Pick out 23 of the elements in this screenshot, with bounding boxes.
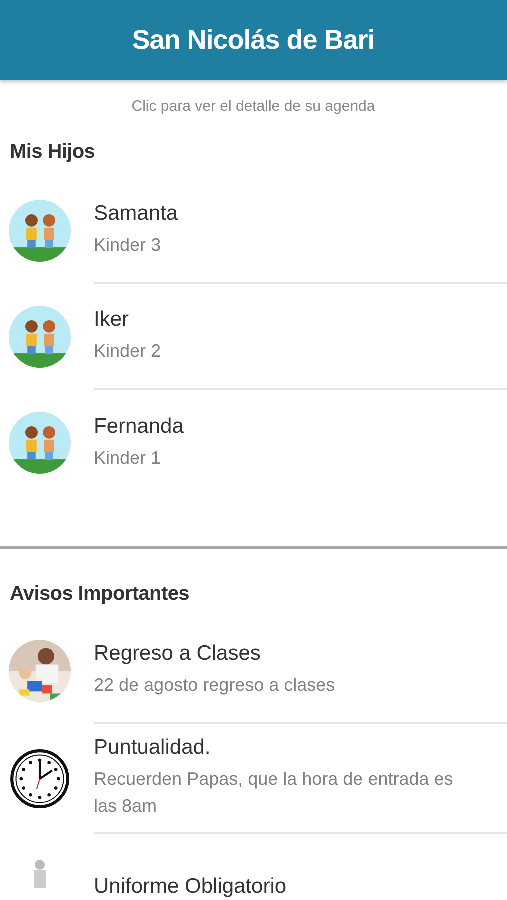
notice-title: Puntualidad. xyxy=(94,736,212,760)
notice-text: Recuerden Papas, que la hora de entrada es las 8am xyxy=(94,768,454,818)
notice-title: Regreso a Clases xyxy=(94,642,262,666)
child-item[interactable]: Iker Kinder 2 xyxy=(0,284,507,390)
child-grade: Kinder 2 xyxy=(94,340,162,362)
child-name: Fernanda xyxy=(94,414,185,438)
notice-item[interactable]: Regreso a Clases 22 de agosto regreso a clases xyxy=(0,618,507,724)
child-item[interactable]: Samanta Kinder 3 xyxy=(0,178,507,284)
hint-text: Clic para ver el detalle de su agenda xyxy=(130,98,376,115)
child-name: Iker xyxy=(94,308,130,332)
child-grade: Kinder 1 xyxy=(94,446,162,470)
child-name: Samanta xyxy=(94,202,180,226)
child-item[interactable]: Fernanda Kinder 1 xyxy=(0,390,507,496)
notice-item[interactable]: Puntualidad. Recuerden Papas, que la hora de entrada es las 8am xyxy=(0,724,507,834)
app-title: San Nicolás de Bari xyxy=(132,24,375,56)
clock-icon xyxy=(9,748,71,810)
figure-icon xyxy=(34,860,46,888)
notice-item[interactable]: Uniforme Obligatorio xyxy=(0,834,507,900)
child-grade: Kinder 3 xyxy=(94,234,162,256)
notice-title: Uniforme Obligatorio xyxy=(94,875,288,899)
section-title: Avisos Importantes xyxy=(10,583,190,606)
notice-text: 22 de agosto regreso a clases xyxy=(94,674,336,697)
section-title: Mis Hijos xyxy=(10,141,96,164)
